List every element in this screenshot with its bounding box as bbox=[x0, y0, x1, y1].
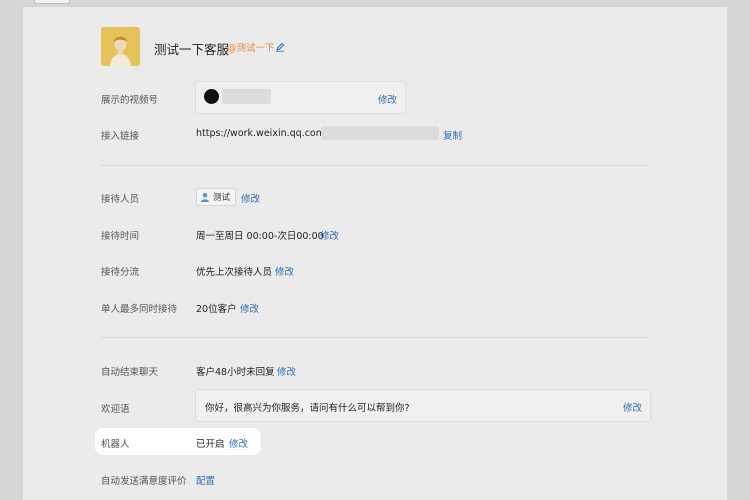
auto-end-label: 自动结束聊天 bbox=[101, 367, 159, 378]
max-sessions-edit-link[interactable]: 修改 bbox=[240, 301, 259, 315]
hours-label: 接待时间 bbox=[101, 231, 140, 242]
channel-name-redacted bbox=[222, 89, 271, 104]
max-sessions-value: 20位客户 bbox=[196, 304, 237, 315]
agent-chip: 测试 bbox=[196, 188, 237, 206]
divider-2 bbox=[101, 337, 650, 338]
welcome-label: 欢迎语 bbox=[101, 404, 130, 415]
robot-edit-link[interactable]: 修改 bbox=[229, 436, 248, 450]
channel-avatar bbox=[204, 89, 219, 104]
routing-value: 优先上次接待人员 bbox=[196, 267, 273, 278]
welcome-value: 你好，很高兴为你服务，请问有什么可以帮到你? bbox=[205, 403, 410, 414]
agents-label: 接待人员 bbox=[101, 194, 140, 205]
auto-end-edit-link[interactable]: 修改 bbox=[277, 364, 296, 378]
top-tab[interactable] bbox=[34, 0, 70, 4]
link-label: 接入链接 bbox=[101, 131, 140, 142]
welcome-edit-link[interactable]: 修改 bbox=[623, 400, 642, 414]
hours-edit-link[interactable]: 修改 bbox=[320, 228, 339, 242]
profile-handle: @测试一下 bbox=[227, 43, 275, 54]
hours-value: 周一至周日 00:00-次日00:00 bbox=[196, 231, 324, 242]
agents-edit-link[interactable]: 修改 bbox=[241, 191, 260, 205]
robot-label: 机器人 bbox=[101, 439, 130, 450]
routing-edit-link[interactable]: 修改 bbox=[275, 264, 294, 278]
survey-config-link[interactable]: 配置 bbox=[196, 473, 215, 487]
auto-end-value: 客户48小时未回复 bbox=[196, 367, 275, 378]
link-url-redacted bbox=[321, 126, 439, 140]
survey-label: 自动发送满意度评价 bbox=[101, 476, 187, 487]
link-url: https://work.weixin.qq.com/ bbox=[196, 128, 329, 139]
user-icon bbox=[201, 193, 209, 202]
profile-name: 测试一下客服 bbox=[154, 42, 230, 57]
channel-edit-link[interactable]: 修改 bbox=[378, 92, 397, 106]
edit-name-icon[interactable] bbox=[275, 42, 285, 52]
channel-label: 展示的视频号 bbox=[101, 95, 159, 106]
avatar-icon bbox=[101, 27, 140, 66]
max-sessions-label: 单人最多同时接待 bbox=[101, 304, 178, 315]
copy-link[interactable]: 复制 bbox=[443, 128, 462, 142]
agent-name: 测试 bbox=[213, 193, 231, 203]
divider-1 bbox=[101, 165, 650, 166]
avatar bbox=[101, 27, 140, 66]
robot-value: 已开启 bbox=[196, 439, 225, 450]
routing-label: 接待分流 bbox=[101, 267, 140, 278]
